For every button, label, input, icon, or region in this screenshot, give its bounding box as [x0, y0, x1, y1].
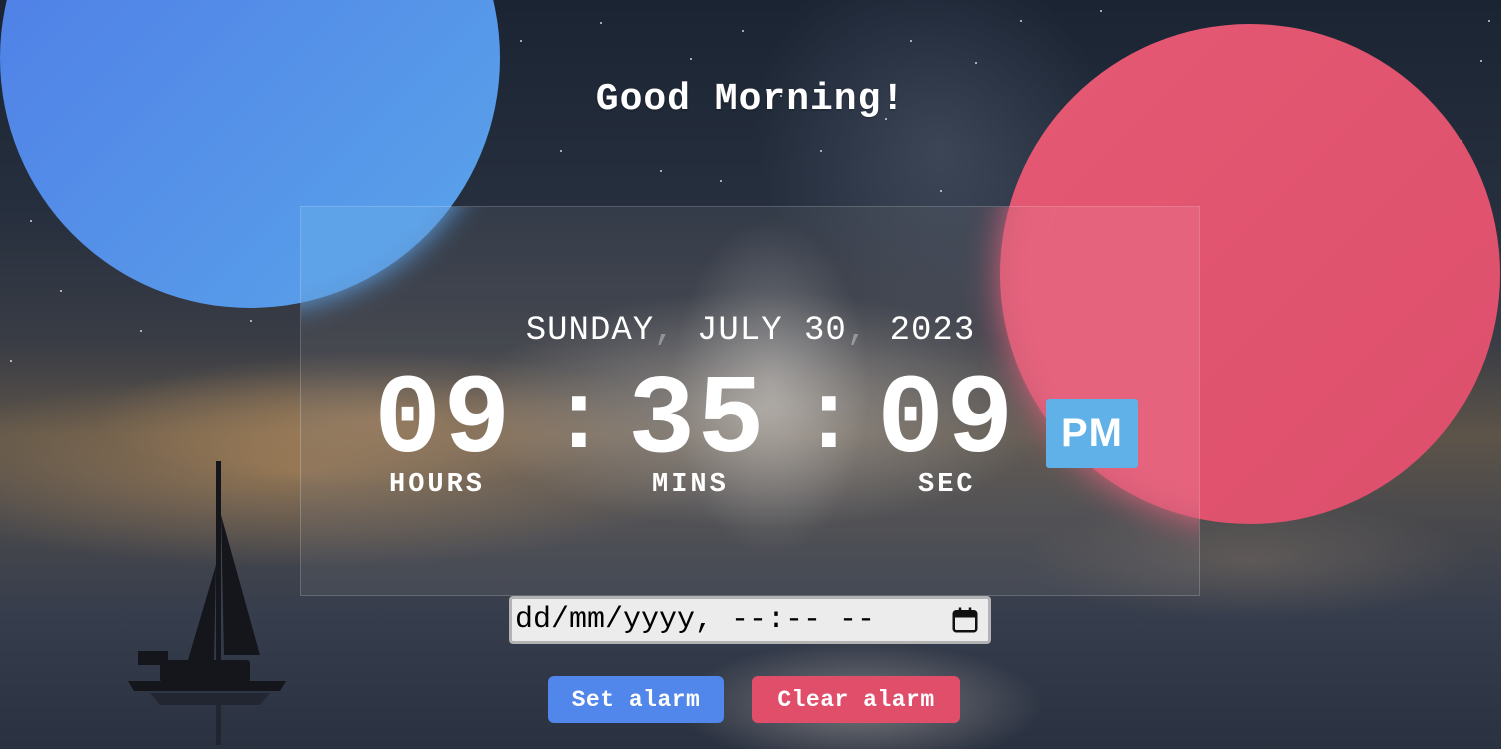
clock-seconds: 09: [877, 358, 1016, 485]
calendar-icon[interactable]: [950, 605, 980, 635]
greeting-text: Good Morning!: [595, 78, 906, 121]
clear-alarm-button[interactable]: Clear alarm: [752, 676, 960, 723]
alarm-datetime-input[interactable]: dd/mm/yyyy, --:-- --: [509, 596, 991, 644]
date-month-day: JULY 30: [696, 312, 847, 350]
period-badge: PM: [1046, 399, 1138, 468]
date-year: 2023: [889, 312, 976, 350]
alarm-input-placeholder: dd/mm/yyyy, --:-- --: [515, 603, 876, 637]
date-separator: ,: [654, 312, 676, 350]
clock-hours: 09: [374, 358, 513, 485]
seconds-label: SEC: [918, 470, 976, 500]
clock-colon: :: [800, 367, 858, 476]
date-separator: ,: [846, 312, 869, 350]
clock-colon: :: [550, 367, 608, 476]
clock-minutes: 35: [628, 358, 767, 485]
minutes-label: MINS: [652, 470, 729, 500]
clock-time: 09 : 35 : 09: [0, 358, 1501, 485]
date-weekday: SUNDAY: [525, 312, 655, 350]
hours-label: HOURS: [389, 470, 486, 500]
set-alarm-button[interactable]: Set alarm: [548, 676, 724, 723]
sailboat-silhouette: [128, 461, 286, 745]
current-date: SUNDAY, JULY 30, 2023: [0, 312, 1501, 350]
